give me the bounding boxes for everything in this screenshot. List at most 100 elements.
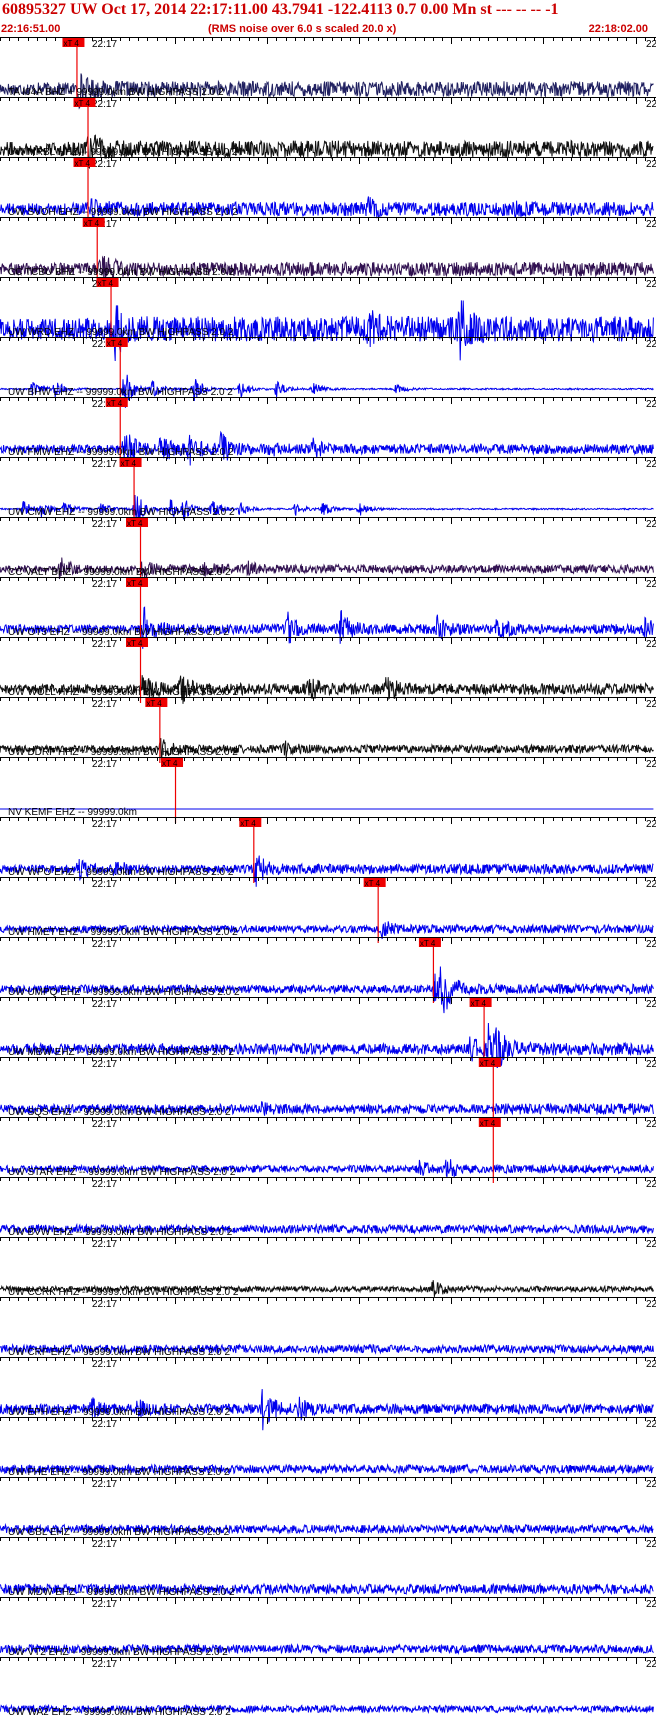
- station-label: UW MBW EHZ -- 99999.0km BW HIGHPASS 2.0 …: [8, 1047, 234, 1058]
- station-label: UW CMW EHZ -- 99999.0km BW HIGHPASS 2.0 …: [8, 507, 235, 518]
- station-label: CC VALT BHZ -- 99999.0km BW HIGHPASS 2.0…: [8, 567, 231, 578]
- station-label: TA I04A BHZ + 99999.0km BW HIGHPASS 2.0 …: [8, 87, 224, 98]
- station-label: UW SQS EHZ -- 99999.0km BW HIGHPASS 2.0 …: [8, 1107, 231, 1118]
- start-time: 22:16:51.00: [1, 23, 61, 35]
- pick-label: xT 4: [127, 639, 143, 648]
- station-label: UW WOLL HHZ -- 99999.0km BW HIGHPASS 2.0…: [8, 687, 238, 698]
- pick-label: xT 4: [98, 279, 114, 288]
- edge-tick-label: 22: [646, 999, 656, 1010]
- tick-label: 22:17: [92, 1479, 117, 1490]
- pick-label: xT 4: [127, 579, 143, 588]
- edge-tick-label: 22: [646, 159, 656, 170]
- edge-tick-label: 22: [646, 1539, 656, 1550]
- edge-tick-label: 22: [646, 1059, 656, 1070]
- tick-label: 22:17: [92, 1239, 117, 1250]
- pick-label: xT 4: [107, 339, 123, 348]
- edge-tick-label: 22: [646, 39, 656, 50]
- station-label: UW EPH EHZ -- 99999.0km BW HIGHPASS 2.0 …: [8, 1407, 231, 1418]
- tick-label: 22:17: [92, 819, 117, 830]
- station-label: UW WPO EHZ -- 99999.0km BW HIGHPASS 2.0 …: [8, 867, 234, 878]
- edge-tick-label: 22: [646, 879, 656, 890]
- pick-label: xT 4: [127, 519, 143, 528]
- edge-tick-label: 22: [646, 699, 656, 710]
- tick-label: 22:17: [92, 1599, 117, 1610]
- station-label: UW FHE EHZ -- 99999.0km BW HIGHPASS 2.0 …: [8, 1467, 230, 1478]
- edge-tick-label: 22: [646, 939, 656, 950]
- station-label: UW DDRF HHZ -- 99999.0km BW HIGHPASS 2.0…: [8, 747, 238, 758]
- station-label: UW MDW EHZ -- 99999.0km BW HIGHPASS 2.0 …: [8, 1587, 235, 1598]
- pick-label: xT 4: [63, 39, 79, 48]
- edge-tick-label: 22: [646, 1239, 656, 1250]
- pick-label: xT 4: [75, 159, 91, 168]
- station-label: UW UMPQ EHZ -- 99999.0km BW HIGHPASS 2.0…: [8, 987, 240, 998]
- header: 60895327 UW Oct 17, 2014 22:17:11.00 43.…: [0, 0, 656, 37]
- station-label: UW BHW EHZ -- 99999.0km BW HIGHPASS 2.0 …: [8, 387, 233, 398]
- edge-tick-label: 22: [646, 1179, 656, 1190]
- pick-label: xT 4: [480, 1059, 496, 1068]
- edge-tick-label: 22: [646, 519, 656, 530]
- event-title: 60895327 UW Oct 17, 2014 22:17:11.00 43.…: [2, 1, 559, 18]
- pick-label: xT 4: [480, 1119, 496, 1128]
- edge-tick-label: 22: [646, 1359, 656, 1370]
- pick-label: xT 4: [471, 999, 487, 1008]
- station-label: UW VT2 EHZ -- 99999.0km BW HIGHPASS 2.0 …: [8, 1647, 228, 1658]
- edge-tick-label: 22: [646, 219, 656, 230]
- pick-label: xT 4: [420, 939, 436, 948]
- tick-label: 22:17: [92, 519, 117, 530]
- edge-tick-label: 22: [646, 399, 656, 410]
- tick-label: 22:17: [92, 1299, 117, 1310]
- station-label: UW CRF EHZ -- 99999.0km BW HIGHPASS 2.0 …: [8, 1347, 231, 1358]
- tick-label: 22:17: [92, 1419, 117, 1430]
- pick-label: xT 4: [162, 759, 178, 768]
- tick-label: 22:17: [92, 699, 117, 710]
- edge-tick-label: 22: [646, 279, 656, 290]
- station-label: UW GBL EHZ -- 99999.0km BW HIGHPASS 2.0 …: [8, 1527, 230, 1538]
- tick-label: 22:17: [92, 759, 117, 770]
- edge-tick-label: 22: [646, 1659, 656, 1670]
- scale-note: (RMS noise over 6.0 s scaled 20.0 x): [208, 23, 397, 35]
- pick-label: xT 4: [365, 879, 381, 888]
- edge-tick-label: 22: [646, 759, 656, 770]
- edge-tick-label: 22: [646, 579, 656, 590]
- tick-label: 22:17: [92, 1659, 117, 1670]
- tick-label: 22:17: [92, 879, 117, 890]
- tick-label: 22:17: [92, 639, 117, 650]
- edge-tick-label: 22: [646, 1299, 656, 1310]
- station-label: UW WA2 EHZ -- 99999.0km BW HIGHPASS 2.0 …: [8, 1707, 231, 1718]
- pick-label: xT 4: [146, 699, 162, 708]
- tick-label: 22:17: [92, 1059, 117, 1070]
- station-label: UW CCRK HHZ -- 99999.0km BW HIGHPASS 2.0…: [8, 1287, 239, 1298]
- tick-label: 22:17: [92, 459, 117, 470]
- edge-tick-label: 22: [646, 459, 656, 470]
- edge-tick-label: 22: [646, 99, 656, 110]
- station-label: CC TCBU BHZ -- 99999.0km BW HIGHPASS 2.0…: [8, 267, 235, 278]
- pick-label: xT 4: [75, 99, 91, 108]
- station-label: UW OT3 EHZ -- 99999.0km BW HIGHPASS 2.0 …: [8, 627, 229, 638]
- station-label: UW STAR EHZ -- 99999.0km BW HIGHPASS 2.0…: [8, 1167, 236, 1178]
- tick-label: 22:17: [92, 159, 117, 170]
- tick-label: 22:17: [92, 999, 117, 1010]
- edge-tick-label: 22: [646, 1419, 656, 1430]
- station-label: UW SVOH EHZ -- 99999.0km BW HIGHPASS 2.0…: [8, 207, 238, 218]
- edge-tick-label: 22: [646, 1599, 656, 1610]
- tick-label: 22:17: [92, 1359, 117, 1370]
- tick-label: 22:17: [92, 1539, 117, 1550]
- station-label: UW WRD EHZ -- 99999.0km BW HIGHPASS 2.0 …: [8, 327, 234, 338]
- tick-label: 22:17: [92, 939, 117, 950]
- tick-label: 22:17: [92, 579, 117, 590]
- tick-label: 22:17: [92, 39, 117, 50]
- pick-label: xT 4: [107, 399, 123, 408]
- pick-label: xT 4: [84, 219, 100, 228]
- station-label: NV KEMF EHZ -- 99999.0km: [8, 807, 137, 818]
- edge-tick-label: 22: [646, 1119, 656, 1130]
- station-label: UW FMW EHZ -- 99999.0km BW HIGHPASS 2.0 …: [8, 447, 234, 458]
- edge-tick-label: 22: [646, 1479, 656, 1490]
- station-label: UW MRBL HHZ -- 99999.0km BW HIGHPASS 2.0…: [8, 147, 238, 158]
- edge-tick-label: 22: [646, 639, 656, 650]
- station-label: UW BVW EHZ -- 99999.0km BW HIGHPASS 2.0 …: [8, 1227, 233, 1238]
- edge-tick-label: 22: [646, 339, 656, 350]
- station-label: UW HMET EHZ -- 99999.0km BW HIGHPASS 2.0…: [8, 927, 238, 938]
- pick-label: xT 4: [121, 459, 137, 468]
- edge-tick-label: 22: [646, 819, 656, 830]
- tick-label: 22:17: [92, 1179, 117, 1190]
